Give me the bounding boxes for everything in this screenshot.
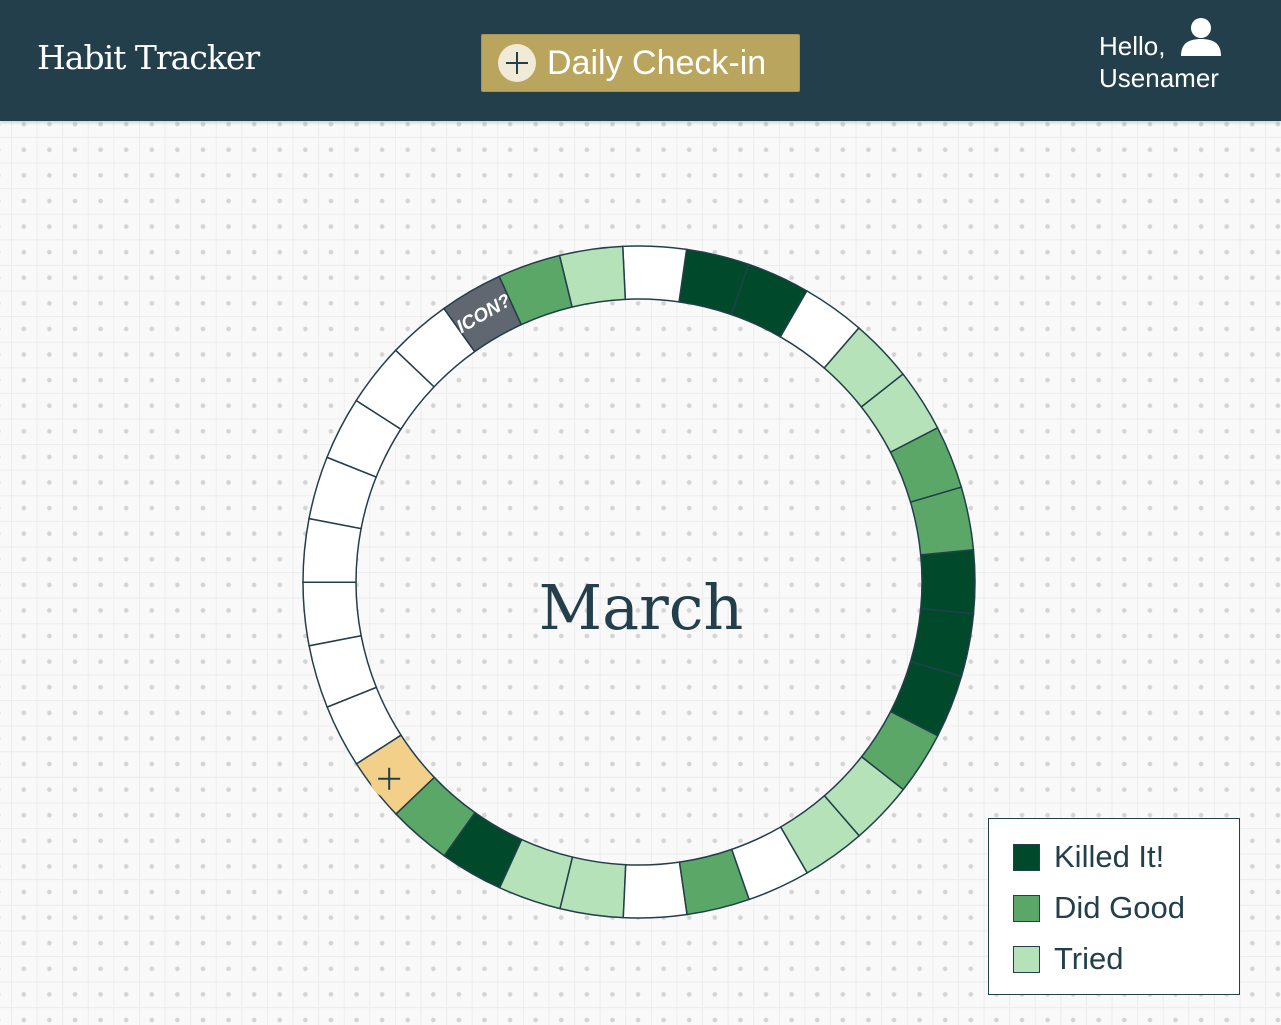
legend-label-killed-it: Killed It! xyxy=(1054,839,1165,874)
day-segment[interactable] xyxy=(621,245,688,303)
legend-swatch-tried xyxy=(1013,945,1040,973)
day-segment[interactable] xyxy=(919,548,976,615)
legend: Killed It! Did Good Tried xyxy=(988,818,1240,995)
legend-item-did-good: Did Good xyxy=(1013,888,1185,928)
legend-swatch-killed-it xyxy=(1013,843,1040,871)
legend-swatch-did-good xyxy=(1013,894,1040,922)
legend-item-killed-it: Killed It! xyxy=(1013,837,1164,877)
month-label: March xyxy=(539,571,744,644)
legend-label-did-good: Did Good xyxy=(1054,890,1185,925)
legend-item-tried: Tried xyxy=(1013,939,1123,979)
day-segment[interactable] xyxy=(302,581,363,647)
add-entry-icon[interactable] xyxy=(370,759,409,798)
day-segment[interactable] xyxy=(622,861,688,919)
day-segment[interactable] xyxy=(559,856,627,919)
day-segment[interactable] xyxy=(302,517,362,584)
legend-label-tried: Tried xyxy=(1054,941,1124,976)
